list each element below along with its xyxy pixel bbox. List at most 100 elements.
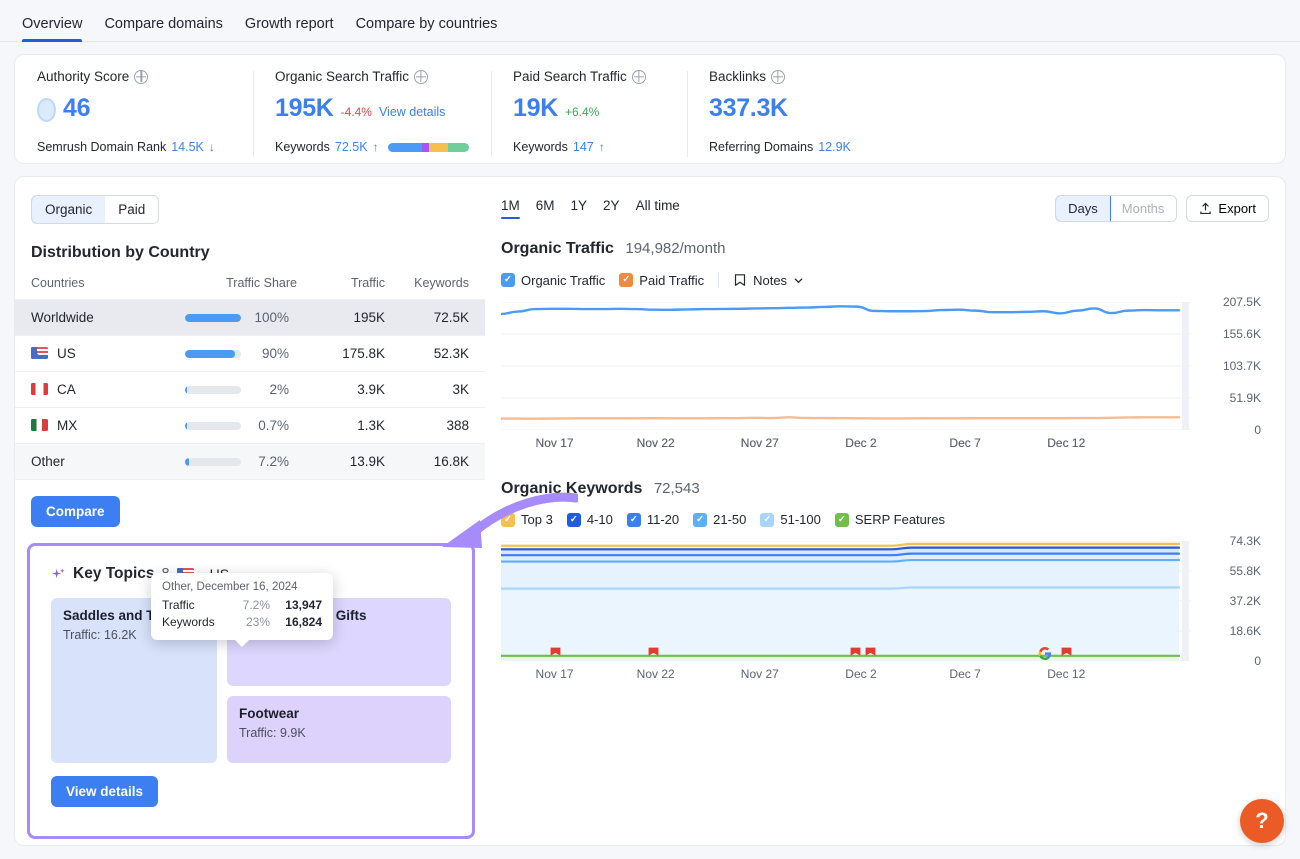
referring-domains-value[interactable]: 12.9K: [818, 140, 851, 154]
tab-overview[interactable]: Overview: [22, 16, 83, 42]
legend-label: Top 3: [521, 512, 553, 527]
checkbox-icon[interactable]: [566, 512, 581, 527]
legend-4-10[interactable]: 4-10: [566, 512, 613, 527]
paid-traffic-delta: +6.4%: [564, 105, 600, 119]
google-update-icon[interactable]: [1038, 647, 1052, 660]
row-traffic-share: 7.2%: [155, 444, 305, 480]
organic-traffic-chart-name: Organic Traffic: [501, 240, 614, 257]
info-globe-icon[interactable]: [134, 69, 149, 84]
note-marker-icon[interactable]: [550, 647, 561, 660]
row-traffic[interactable]: 1.3K: [305, 408, 393, 444]
compare-button[interactable]: Compare: [31, 496, 120, 527]
organic-traffic-title: Organic Search Traffic: [275, 69, 469, 84]
range-6m[interactable]: 6M: [536, 198, 555, 219]
checkbox-icon[interactable]: [619, 273, 634, 287]
row-keywords[interactable]: 388: [393, 408, 485, 444]
range-1y[interactable]: 1Y: [571, 198, 588, 219]
checkbox-icon[interactable]: [834, 512, 849, 527]
range-all-time[interactable]: All time: [636, 198, 680, 219]
x-tick-label: Nov 22: [636, 667, 675, 681]
backlinks-label: Backlinks: [709, 69, 767, 84]
organic-traffic-value: 195K: [275, 94, 334, 122]
keyword-distribution-bar: [387, 142, 469, 152]
toggle-paid[interactable]: Paid: [105, 196, 159, 223]
x-tick-label: Nov 17: [535, 667, 574, 681]
organic-paid-toggle[interactable]: Organic Paid: [31, 195, 160, 224]
organic-traffic-x-axis: Nov 17 Nov 22 Nov 27 Dec 2 Dec 7 Dec 12 Nov 17…: [501, 430, 1174, 456]
tooltip-header: Other, December 16, 2024: [162, 581, 298, 593]
note-marker-icon[interactable]: [850, 647, 861, 660]
chart-controls-row: 1M 6M 1Y 2Y All time Days Months Export: [501, 195, 1269, 222]
authority-score-label: Authority Score: [37, 69, 130, 84]
row-keywords[interactable]: 52.3K: [393, 336, 485, 372]
note-marker-icon[interactable]: [865, 647, 876, 660]
legend-21-50[interactable]: 21-50: [693, 512, 746, 527]
ca-flag-icon: [31, 383, 48, 395]
checkbox-icon[interactable]: [501, 512, 515, 527]
row-country: CA: [15, 372, 155, 408]
table-row[interactable]: US 90% 175.8K 52.3K: [15, 336, 485, 372]
table-row[interactable]: Other 7.2% 13.9K 16.8K: [15, 443, 485, 480]
row-keywords[interactable]: 3K: [393, 372, 485, 408]
help-button[interactable]: ?: [1240, 799, 1284, 843]
compare-button-wrap: Compare: [31, 496, 485, 527]
distribution-by-country-title: Distribution by Country: [31, 244, 210, 261]
legend-serp-features[interactable]: SERP Features: [834, 512, 945, 527]
note-marker-icon[interactable]: [648, 647, 659, 660]
key-topic-traffic: Traffic: 9.9K: [239, 726, 306, 740]
x-tick-label: Nov 17: [535, 436, 574, 450]
date-range-tabs: 1M 6M 1Y 2Y All time: [501, 198, 680, 219]
range-2y[interactable]: 2Y: [603, 198, 620, 219]
x-tick-label: Nov 22: [636, 436, 675, 450]
row-traffic[interactable]: 175.8K: [305, 336, 393, 372]
row-traffic[interactable]: 3.9K: [305, 372, 393, 408]
note-icon: [734, 274, 746, 286]
x-tick-label: Dec 7: [949, 436, 981, 450]
key-topic-card[interactable]: Footwear Traffic: 9.9K: [227, 696, 451, 763]
legend-organic-traffic[interactable]: Organic Traffic: [501, 273, 605, 288]
granularity-months[interactable]: Months: [1110, 196, 1177, 221]
granularity-toggle[interactable]: Days Months: [1055, 195, 1178, 222]
info-globe-icon[interactable]: [771, 69, 786, 84]
export-label: Export: [1218, 201, 1256, 216]
info-globe-icon[interactable]: [414, 69, 429, 84]
tab-compare-domains[interactable]: Compare domains: [104, 16, 222, 41]
export-button[interactable]: Export: [1186, 195, 1269, 222]
legend-top-3[interactable]: Top 3: [501, 512, 553, 527]
paid-keywords-value[interactable]: 147: [573, 140, 594, 154]
legend-paid-traffic[interactable]: Paid Traffic: [619, 273, 704, 288]
table-row[interactable]: MX 0.7% 1.3K 388: [15, 408, 485, 444]
col-countries: Countries: [15, 276, 155, 300]
organic-traffic-y-axis: 0 51.9K 103.7K 155.6K 207.5K: [1191, 295, 1269, 437]
granularity-days[interactable]: Days: [1056, 196, 1111, 221]
row-country: US: [15, 336, 155, 372]
checkbox-icon[interactable]: [693, 512, 708, 527]
row-traffic-share: 2%: [155, 372, 305, 408]
paid-traffic-label: Paid Search Traffic: [513, 69, 627, 84]
notes-dropdown[interactable]: Notes: [733, 273, 804, 288]
organic-view-details-link[interactable]: View details: [379, 105, 445, 119]
toggle-organic[interactable]: Organic: [32, 196, 107, 223]
checkbox-icon[interactable]: [501, 273, 515, 287]
note-marker-icon[interactable]: [1061, 647, 1072, 660]
y-tick-label: 155.6K: [1222, 327, 1261, 341]
legend-11-20[interactable]: 11-20: [626, 512, 679, 527]
range-1m[interactable]: 1M: [501, 198, 520, 219]
organic-keywords-x-axis: Nov 17 Nov 22 Nov 27 Dec 2 Dec 7 Dec 12: [501, 647, 1174, 695]
info-globe-icon[interactable]: [631, 69, 646, 84]
organic-keywords-value[interactable]: 72.5K: [335, 140, 368, 154]
table-row[interactable]: CA 2% 3.9K 3K: [15, 372, 485, 408]
traffic-share-bar: [185, 421, 241, 430]
metrics-summary-card: Authority Score 46 Semrush Domain Rank 1…: [14, 54, 1286, 164]
tab-growth-report[interactable]: Growth report: [245, 16, 334, 41]
charts-pane: 1M 6M 1Y 2Y All time Days Months Export: [485, 177, 1285, 845]
domain-rank-value[interactable]: 14.5K: [171, 140, 204, 154]
keyword-bar-segment: [421, 142, 430, 152]
key-topics-view-details-button[interactable]: View details: [51, 776, 159, 807]
table-row[interactable]: Worldwide 100% 195K 72.5K: [15, 299, 485, 336]
checkbox-icon[interactable]: [626, 512, 641, 527]
row-keywords: 72.5K: [433, 310, 469, 325]
checkbox-icon[interactable]: [760, 512, 775, 527]
legend-51-100[interactable]: 51-100: [760, 512, 821, 527]
tab-compare-by-countries[interactable]: Compare by countries: [356, 16, 498, 41]
